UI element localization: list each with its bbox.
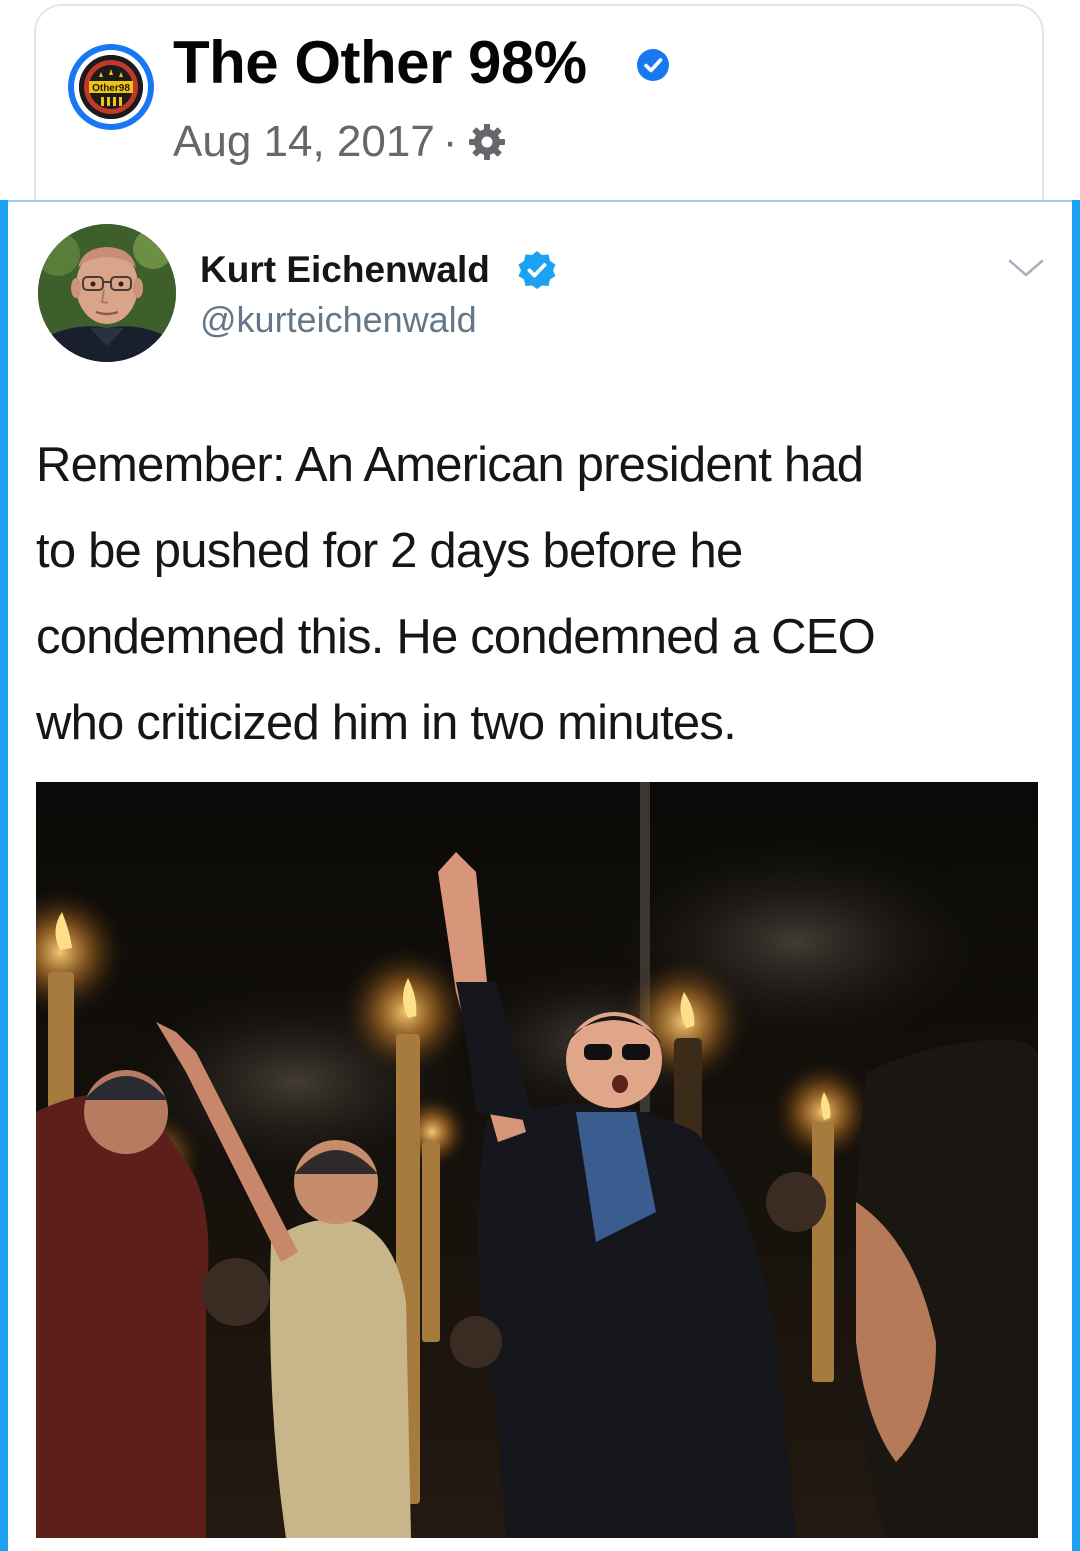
verified-badge-icon: [518, 251, 556, 289]
tweet-top-border: [0, 200, 1080, 202]
chevron-down-icon[interactable]: [1006, 256, 1046, 280]
page-avatar[interactable]: Other98: [68, 44, 154, 130]
tweet-text-line: who criticized him in two minutes.: [36, 696, 737, 750]
page-name[interactable]: The Other 98%: [173, 28, 587, 98]
post-date[interactable]: Aug 14, 2017: [173, 116, 435, 168]
tweet-author-handle[interactable]: @kurteichenwald: [200, 298, 477, 342]
logo-text: Other98: [92, 83, 130, 94]
tweet-author-name[interactable]: Kurt Eichenwald: [200, 248, 490, 292]
verified-badge-icon: [637, 49, 669, 81]
torch-rally-photo: [36, 782, 1038, 1538]
post-header-card: Other98 The Other 98% Aug 14, 2017 ·: [34, 4, 1044, 200]
tweet-left-border: [0, 200, 8, 1551]
post-meta: Aug 14, 2017 ·: [173, 116, 507, 168]
tweet-author-avatar[interactable]: [38, 224, 176, 362]
page-logo: Other98: [79, 55, 143, 119]
meta-separator: ·: [442, 117, 458, 166]
embedded-tweet: Kurt Eichenwald @kurteichenwald Remember…: [0, 200, 1080, 1551]
other98-logo: Other98: [79, 55, 143, 119]
tweet-text-line: to be pushed for 2 days before he: [36, 524, 743, 578]
author-portrait: [38, 224, 176, 362]
tweet-text-line: Remember: An American president had: [36, 438, 864, 492]
gear-icon[interactable]: [467, 122, 507, 162]
tweet-photo[interactable]: [36, 782, 1038, 1538]
tweet-text: Remember: An American president had to b…: [36, 422, 1056, 766]
tweet-right-border: [1072, 200, 1080, 1551]
tweet-text-line: condemned this. He condemned a CEO: [36, 610, 876, 664]
